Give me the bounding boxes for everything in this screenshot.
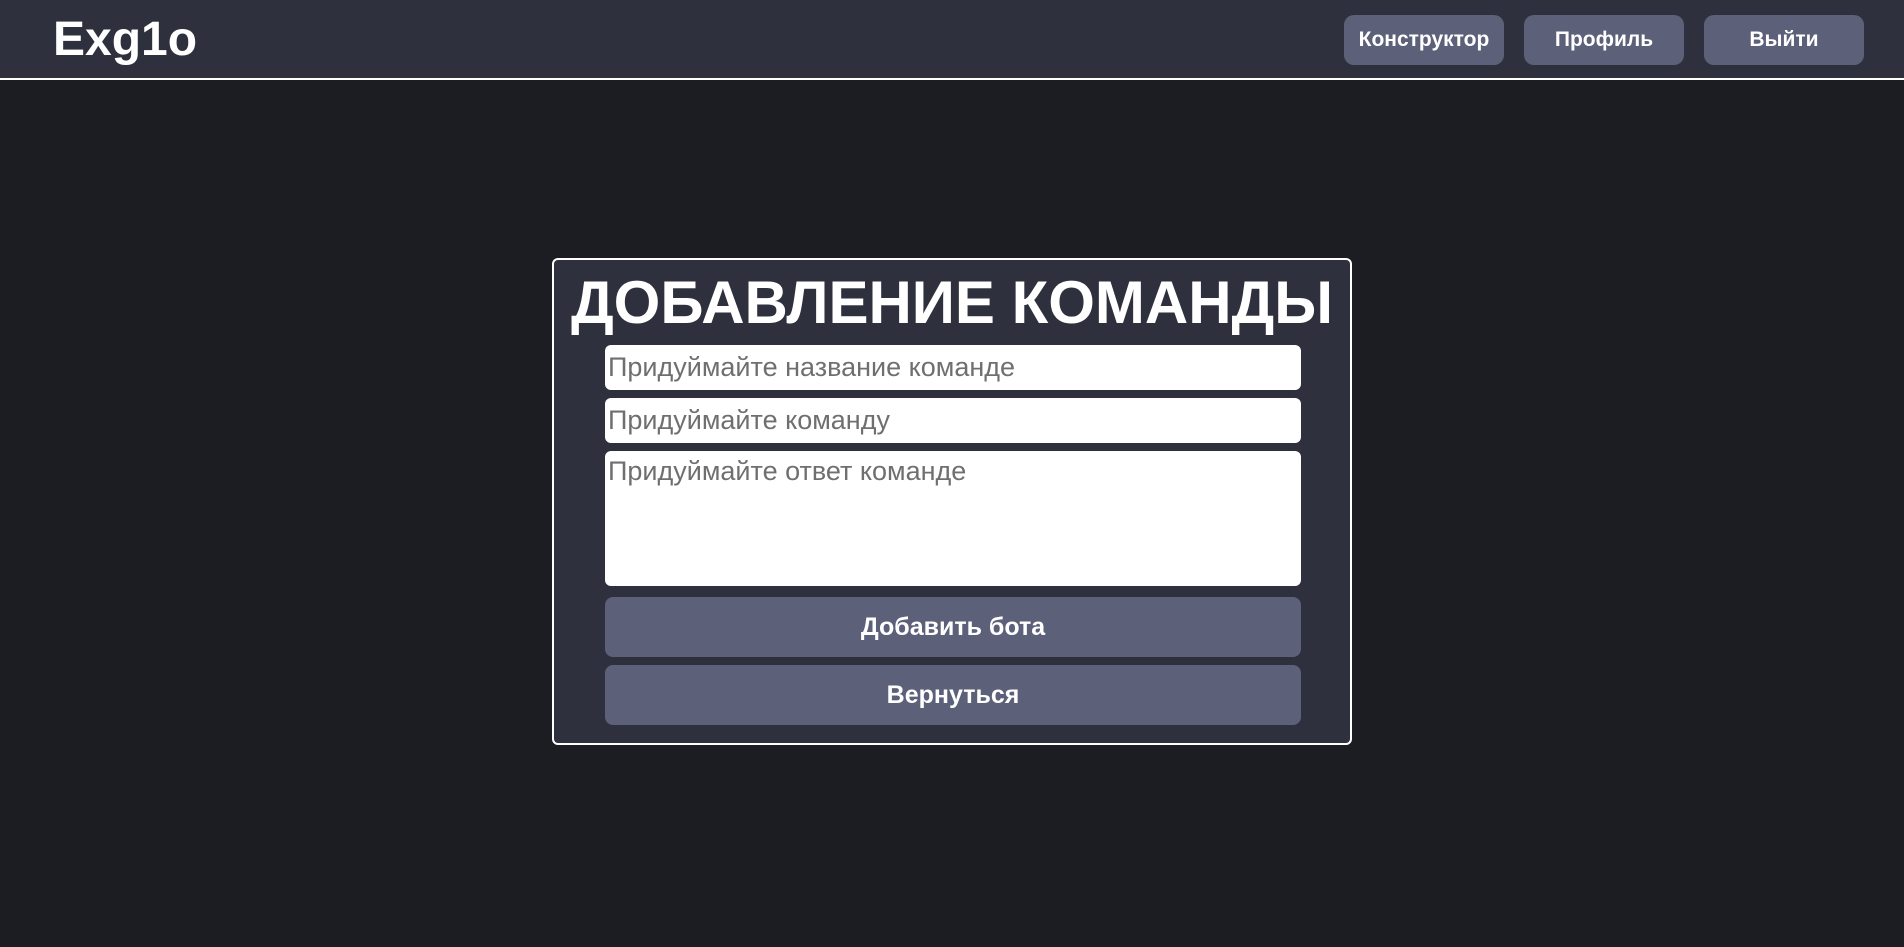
top-header: Exg1o Конструктор Профиль Выйти (0, 0, 1904, 80)
profile-button[interactable]: Профиль (1524, 15, 1684, 65)
command-input[interactable] (605, 398, 1301, 443)
logout-button[interactable]: Выйти (1704, 15, 1864, 65)
back-button[interactable]: Вернуться (605, 665, 1301, 725)
add-bot-button[interactable]: Добавить бота (605, 597, 1301, 657)
command-response-textarea[interactable] (605, 451, 1301, 586)
form-title: ДОБАВЛЕНИЕ КОМАНДЫ (570, 269, 1334, 336)
command-name-input[interactable] (605, 345, 1301, 390)
constructor-button[interactable]: Конструктор (1344, 15, 1504, 65)
add-command-form: ДОБАВЛЕНИЕ КОМАНДЫ Добавить бота Вернуть… (552, 258, 1352, 745)
site-logo[interactable]: Exg1o (53, 12, 197, 68)
